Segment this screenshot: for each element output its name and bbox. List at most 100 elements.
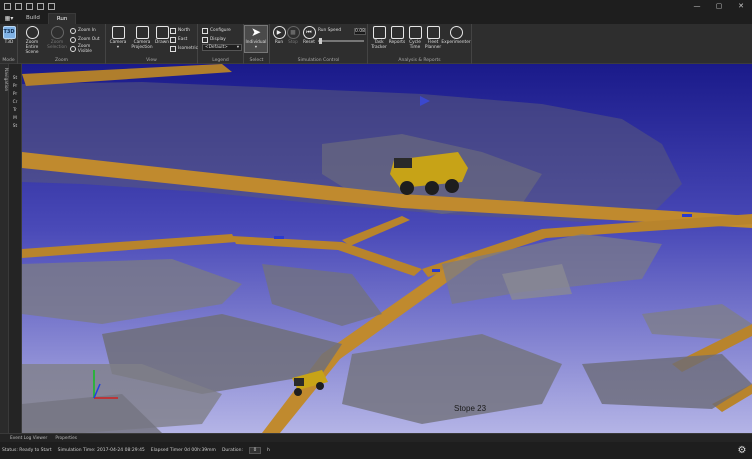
t3d-mode-button[interactable]: T3D T3D <box>2 26 16 45</box>
legend-display-button[interactable]: Display <box>202 36 226 43</box>
duration-input[interactable]: 0 <box>249 447 261 454</box>
legend-select[interactable]: <Default> ▾ <box>202 44 242 51</box>
panel-item[interactable]: Pr <box>9 92 21 100</box>
east-view-button[interactable]: East <box>170 36 187 43</box>
zoom-entire-scene-icon <box>25 26 39 39</box>
camera-icon <box>111 26 125 39</box>
marker <box>432 269 440 272</box>
legend-display-label: Display <box>210 37 226 42</box>
zoom-in-label: Zoom In <box>78 28 96 33</box>
run-speed-slider[interactable] <box>318 38 364 44</box>
minimize-button[interactable]: — <box>686 0 708 12</box>
north-view-button[interactable]: North <box>170 27 190 34</box>
3d-viewport[interactable]: Stope 23 <box>22 64 752 433</box>
zoom-selection-button[interactable]: Zoom Selection <box>46 26 68 50</box>
run-speed-slider-thumb[interactable] <box>319 38 322 44</box>
isometric-view-button[interactable]: Isometric <box>170 45 198 52</box>
navigation-rail-label: Navigation <box>3 68 8 92</box>
panel-item[interactable]: St <box>9 124 21 132</box>
experimenter-icon <box>449 26 463 39</box>
east-view-label: East <box>178 37 188 42</box>
t3d-label: T3D <box>4 40 14 45</box>
panel-item[interactable]: Cr <box>9 100 21 108</box>
ribbon: T3D T3D Mode Zoom Entire Scene Zoom Sele… <box>0 24 752 64</box>
save-icon[interactable] <box>37 2 44 10</box>
task-tracker-icon <box>372 26 386 39</box>
tab-event-log-viewer[interactable]: Event Log Viewer <box>10 436 47 441</box>
haul-truck[interactable] <box>390 152 468 195</box>
panel-item[interactable]: Tr <box>9 108 21 116</box>
legend-configure-button[interactable]: Configure <box>202 27 231 34</box>
individual-select-button[interactable]: ➤ Individual ▾ <box>245 25 267 51</box>
loader-cab <box>294 378 304 386</box>
panel-item[interactable]: Pr <box>9 84 21 92</box>
stop-icon: ■ <box>286 26 300 39</box>
reset-icon: ⏮ <box>302 26 316 39</box>
group-analysis-reports: Task Tracker Reports Cycle Time Fleet Pl… <box>368 24 472 64</box>
zoom-out-icon <box>70 36 76 43</box>
legend-configure-label: Configure <box>210 28 231 33</box>
camera-projection-icon <box>135 26 149 39</box>
group-view: Camera ▾ Camera Projection Drawn North E… <box>106 24 198 64</box>
drawn-button[interactable]: Drawn <box>154 26 170 45</box>
cursor-arrow-icon: ➤ <box>250 25 262 39</box>
zoom-out-button[interactable]: Zoom Out <box>70 36 100 43</box>
scene-svg[interactable]: Stope 23 <box>22 64 752 433</box>
zoom-visible-label: Zoom Visible <box>77 43 92 54</box>
group-label-simulation-control: Simulation Control <box>297 58 340 63</box>
tab-build[interactable]: Build <box>18 13 48 24</box>
haul-truck-cab <box>394 158 412 168</box>
reports-button[interactable]: Reports <box>388 26 406 45</box>
elapsed-timer: Elapsed Timer 0d 00h:39mm <box>150 448 216 453</box>
task-tracker-button[interactable]: Task Tracker <box>370 26 388 50</box>
haul-truck-wheel <box>425 181 439 195</box>
zoom-visible-button[interactable]: Zoom Visible <box>70 43 105 54</box>
haul-truck-wheel <box>400 181 414 195</box>
marker <box>682 214 692 217</box>
run-label: Run <box>274 40 284 45</box>
quick-access-toolbar <box>0 2 55 10</box>
haul-truck-wheel <box>445 179 459 193</box>
cycle-time-button[interactable]: Cycle Time <box>406 26 424 50</box>
play-icon: ▶ <box>272 26 286 39</box>
reset-button[interactable]: ⏮ Reset <box>301 26 317 45</box>
camera-dropdown-icon: ▾ <box>116 45 120 50</box>
gear-icon[interactable]: ⚙ <box>736 445 748 457</box>
cycle-time-icon <box>408 26 422 39</box>
t3d-icon: T3D <box>2 26 16 39</box>
camera-projection-button[interactable]: Camera Projection <box>130 26 154 50</box>
tab-properties[interactable]: Properties <box>55 436 77 441</box>
task-tracker-label: Task Tracker <box>371 40 387 50</box>
new-file-icon[interactable] <box>15 2 22 10</box>
cycle-time-label: Cycle Time <box>409 40 421 50</box>
fleet-planner-button[interactable]: Fleet Planner <box>424 26 442 50</box>
zoom-visible-icon <box>70 45 76 52</box>
zoom-entire-scene-label: Zoom Entire Scene <box>25 40 39 55</box>
run-speed-input[interactable]: 0.08 <box>354 28 366 35</box>
side-panel: St Pr Pr Cr Tr M St <box>9 64 22 433</box>
navigation-rail[interactable]: Navigation <box>0 64 9 433</box>
app-menu-icon[interactable]: ▦▾ <box>0 13 18 24</box>
experimenter-button[interactable]: Experimenter <box>441 26 471 45</box>
maximize-button[interactable]: ▢ <box>708 0 730 12</box>
panel-item[interactable]: M <box>9 116 21 124</box>
zoom-entire-scene-button[interactable]: Zoom Entire Scene <box>20 26 44 55</box>
camera-projection-label: Camera Projection <box>131 40 153 50</box>
east-view-icon <box>170 36 176 43</box>
camera-button[interactable]: Camera ▾ <box>108 26 128 50</box>
stop-button[interactable]: ■ Stop <box>286 26 300 45</box>
run-button[interactable]: ▶ Run <box>272 26 286 45</box>
configure-icon <box>202 27 208 34</box>
save-as-icon[interactable] <box>48 2 55 10</box>
panel-item[interactable]: St <box>9 76 21 84</box>
zoom-in-button[interactable]: Zoom In <box>70 27 96 34</box>
loader-wheel <box>316 382 324 390</box>
group-label-mode: Mode <box>2 58 15 63</box>
zoom-selection-icon <box>50 26 64 39</box>
open-folder-icon[interactable] <box>26 2 33 10</box>
bottom-panel-tabs: Event Log Viewer Properties <box>0 433 752 442</box>
drawn-icon <box>155 26 169 39</box>
ribbon-tabs: ▦▾ Build Run <box>0 12 752 24</box>
tab-run[interactable]: Run <box>47 13 77 24</box>
close-button[interactable]: ✕ <box>730 0 752 12</box>
